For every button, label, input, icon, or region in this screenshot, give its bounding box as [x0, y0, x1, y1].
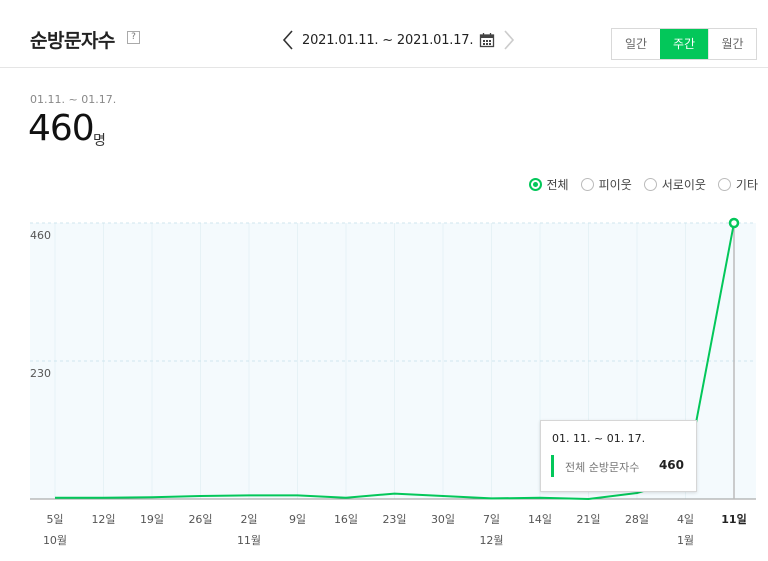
radio-icon[interactable] [717, 178, 731, 191]
x-tick-label: 21일 [576, 512, 600, 526]
x-tick-label: 23일 [382, 512, 406, 526]
chevron-left-icon[interactable] [280, 28, 296, 52]
x-tick-label: 12일 [91, 512, 115, 526]
tooltip-range: 01. 11. ~ 01. 17. [552, 432, 646, 445]
x-tick-label: 4일 [677, 512, 694, 526]
filter-all[interactable]: 전체 [528, 176, 569, 193]
chart-tooltip: 01. 11. ~ 01. 17. 전체 순방문자수 460 [540, 420, 697, 492]
x-tick-label: 19일 [140, 512, 164, 526]
radio-icon[interactable] [580, 178, 594, 191]
y-tick-label: 460 [30, 229, 51, 242]
highlight-point [728, 217, 740, 229]
header: 순방문자수 ? 2021.01.11. ~ 2021.01.17. 일간 주간 … [0, 0, 768, 68]
x-month-label: 11월 [237, 534, 261, 547]
x-tick-label: 26일 [188, 512, 212, 526]
help-icon[interactable]: ? [127, 31, 140, 44]
summary-value: 460 [28, 108, 95, 149]
filter-neighbor[interactable]: 피이웃 [580, 176, 632, 193]
x-month-label: 10월 [43, 534, 67, 547]
summary-unit: 명 [93, 133, 106, 149]
tooltip-series-marker [551, 455, 554, 477]
filter-other[interactable]: 기타 [717, 176, 758, 193]
radio-icon[interactable] [528, 178, 542, 191]
x-tick-label: 5일 [46, 512, 63, 526]
x-tick-label: 9일 [289, 512, 306, 526]
summary-range: 01.11. ~ 01.17. [30, 93, 117, 106]
period-daily-button[interactable]: 일간 [612, 29, 660, 59]
date-range: 2021.01.11. ~ 2021.01.17. [302, 32, 474, 48]
y-tick-label: 230 [30, 367, 51, 380]
filter-label: 기타 [735, 178, 758, 192]
page-title: 순방문자수 [30, 30, 115, 52]
visitor-type-filters: 전체 피이웃 서로이웃 기타 [528, 176, 758, 193]
x-month-label: 1월 [677, 534, 694, 547]
x-tick-label: 30일 [431, 512, 455, 526]
x-tick-label: 14일 [528, 512, 552, 526]
x-tick-label: 2일 [240, 512, 257, 526]
visitors-line-chart: 230 460 5일 12일 19일 26일 2일 9일 16일 23일 30일 7일 14일 21일 28… [30, 217, 756, 547]
filter-mutual-neighbor[interactable]: 서로이웃 [643, 176, 706, 193]
filter-label: 서로이웃 [661, 178, 706, 192]
tooltip-label: 전체 순방문자수 [565, 461, 640, 474]
x-tick-label: 16일 [334, 512, 358, 526]
radio-icon[interactable] [643, 178, 657, 191]
x-tick-label: 28일 [625, 512, 649, 526]
chevron-right-icon[interactable] [501, 28, 517, 52]
filter-label: 피이웃 [598, 178, 632, 192]
tooltip-value: 460 [658, 458, 684, 472]
period-monthly-button[interactable]: 월간 [708, 29, 756, 59]
period-weekly-button[interactable]: 주간 [660, 29, 708, 59]
filter-label: 전체 [546, 178, 569, 192]
calendar-icon[interactable] [479, 32, 495, 48]
period-toggle: 일간 주간 월간 [611, 28, 757, 60]
x-tick-label: 11일 [721, 512, 746, 526]
x-month-label: 12월 [479, 534, 503, 547]
date-navigator: 2021.01.11. ~ 2021.01.17. [280, 28, 517, 52]
x-tick-label: 7일 [483, 512, 500, 526]
